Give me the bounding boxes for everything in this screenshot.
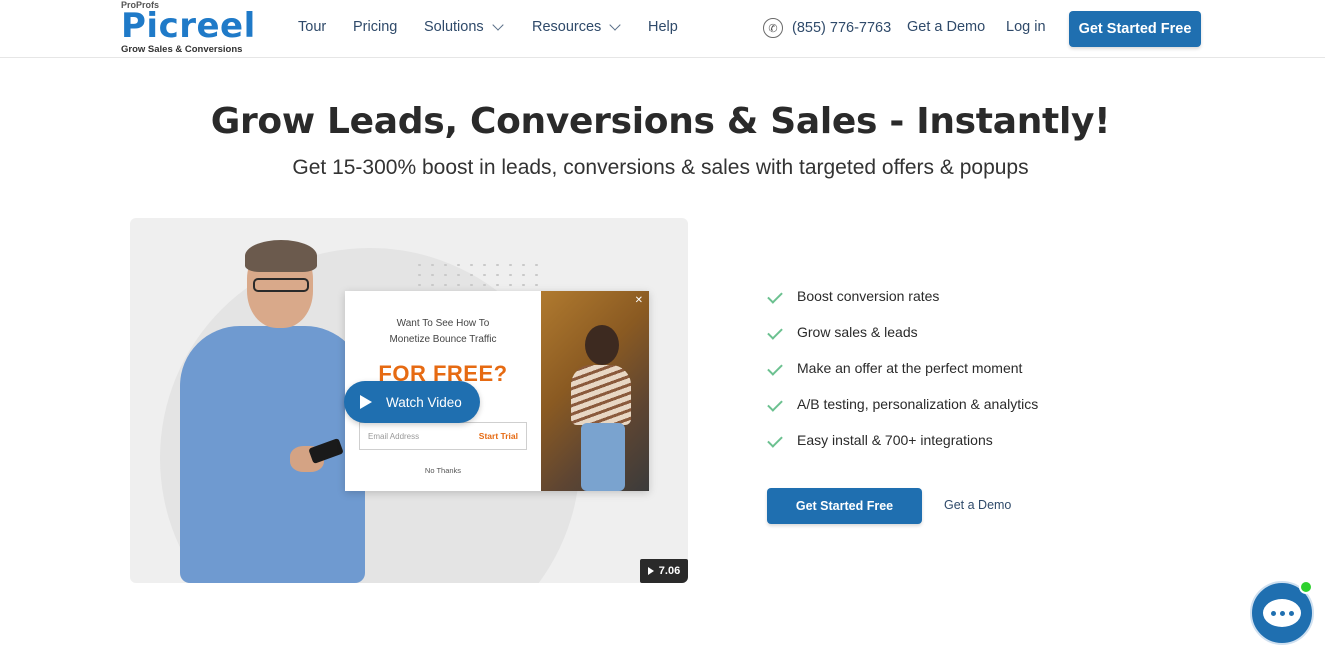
- popup-start-trial: Start Trial: [478, 431, 518, 441]
- logo-tagline: Grow Sales & Conversions: [121, 44, 243, 55]
- video-duration: 7.06: [658, 565, 681, 577]
- list-item: Make an offer at the perfect moment: [766, 360, 1126, 396]
- get-demo-link[interactable]: Get a Demo: [944, 498, 1011, 512]
- woman-head: [585, 325, 619, 365]
- watch-video-button[interactable]: Watch Video: [344, 381, 480, 423]
- check-icon: [767, 432, 783, 448]
- phone-link[interactable]: ✆ (855) 776-7763: [763, 18, 891, 38]
- woman-jeans: [581, 423, 625, 491]
- hero-subtitle: Get 15-300% boost in leads, conversions …: [292, 156, 1029, 179]
- site-header: ProProfs Picreel Grow Sales & Conversion…: [0, 0, 1325, 58]
- login-link[interactable]: Log in: [1006, 19, 1046, 35]
- check-icon: [767, 360, 783, 376]
- chat-dot: [1288, 610, 1294, 616]
- list-item: A/B testing, personalization & analytics: [766, 396, 1126, 432]
- nav-resources[interactable]: Resources: [532, 18, 621, 35]
- feature-text: Boost conversion rates: [797, 288, 940, 304]
- popup-no-thanks: No Thanks: [424, 466, 462, 475]
- nav-help[interactable]: Help: [648, 19, 678, 35]
- play-icon: [647, 567, 654, 575]
- close-icon: ✕: [634, 295, 643, 306]
- video-thumbnail[interactable]: Want To See How To Monetize Bounce Traff…: [130, 218, 688, 583]
- nav-tour[interactable]: Tour: [298, 19, 326, 35]
- chevron-down-icon: [609, 18, 621, 31]
- hero-title: Grow Leads, Conversions & Sales - Instan…: [210, 101, 1111, 142]
- header-get-started-button[interactable]: Get Started Free: [1069, 11, 1201, 47]
- logo-wordmark: Picreel: [121, 6, 256, 46]
- popup-heading: Want To See How To Monetize Bounce Traff…: [345, 316, 541, 348]
- feature-text: Make an offer at the perfect moment: [797, 360, 1023, 376]
- popup-line-1: Want To See How To: [396, 318, 490, 329]
- phone-icon: ✆: [763, 18, 783, 38]
- phone-number: (855) 776-7763: [792, 20, 892, 36]
- popup-email-field: Email Address Start Trial: [359, 422, 527, 450]
- popup-photo: ✕: [541, 291, 649, 491]
- chat-dot: [1270, 610, 1276, 616]
- list-item: Easy install & 700+ integrations: [766, 432, 1126, 468]
- nav-pricing[interactable]: Pricing: [353, 19, 397, 35]
- man-hair: [245, 240, 317, 272]
- list-item: Boost conversion rates: [766, 288, 1126, 324]
- check-icon: [767, 288, 783, 304]
- nav-solutions-label: Solutions: [424, 19, 484, 35]
- popup-line-2: Monetize Bounce Traffic: [389, 334, 497, 345]
- chat-icon: [1263, 599, 1301, 627]
- video-duration-badge: 7.06: [640, 559, 688, 583]
- feature-list: Boost conversion rates Grow sales & lead…: [766, 288, 1126, 468]
- nav-resources-label: Resources: [532, 19, 602, 35]
- popup-email-placeholder: Email Address: [368, 431, 420, 441]
- feature-text: Grow sales & leads: [797, 324, 918, 340]
- header-get-demo-link[interactable]: Get a Demo: [907, 19, 985, 35]
- nav-solutions[interactable]: Solutions: [424, 18, 504, 35]
- watch-video-label: Watch Video: [386, 394, 462, 410]
- online-status-indicator: [1299, 580, 1313, 594]
- feature-text: A/B testing, personalization & analytics: [797, 396, 1039, 412]
- check-icon: [767, 396, 783, 412]
- chevron-down-icon: [491, 18, 504, 31]
- picreel-logo[interactable]: ProProfs Picreel Grow Sales & Conversion…: [121, 0, 255, 58]
- man-glasses: [253, 278, 309, 292]
- feature-text: Easy install & 700+ integrations: [797, 432, 993, 448]
- chat-dot: [1279, 610, 1285, 616]
- check-icon: [767, 324, 783, 340]
- play-icon: [360, 395, 372, 409]
- list-item: Grow sales & leads: [766, 324, 1126, 360]
- get-started-button[interactable]: Get Started Free: [767, 488, 922, 524]
- woman-blouse: [571, 365, 631, 425]
